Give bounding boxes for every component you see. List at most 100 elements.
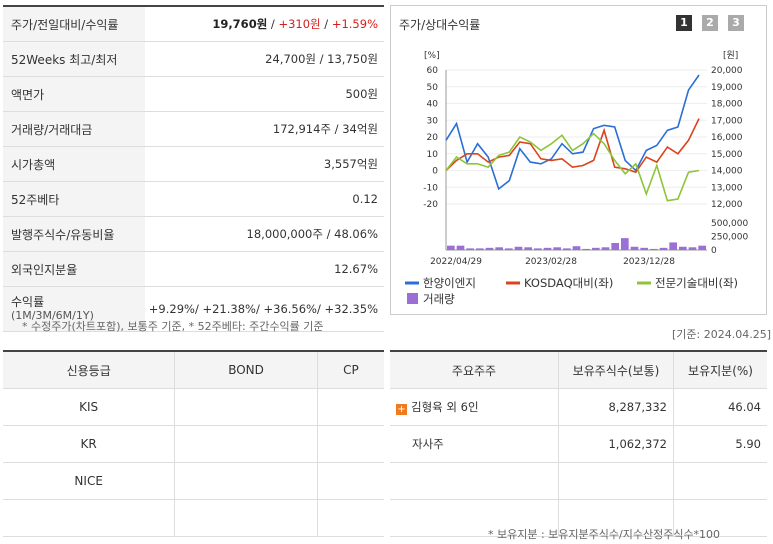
x-tick-label: 2022/04/29 xyxy=(430,257,482,267)
table-row xyxy=(390,462,767,500)
summary-row-marketcap: 시가총액 3,557억원 xyxy=(3,147,384,182)
summary-value: 172,914주 / 34억원 xyxy=(272,122,378,136)
table-header-row: 주요주주 보유주식수(보통) 보유지분(%) xyxy=(390,351,767,389)
credit-cp xyxy=(316,425,384,463)
summary-footnote: * 수정주가(차트포함), 보통주 기준, * 52주베타: 주간수익률 기준 xyxy=(22,320,324,333)
summary-row-par: 액면가 500원 xyxy=(3,77,384,112)
summary-label: 거래량/거래대금 xyxy=(3,112,145,146)
volume-bar xyxy=(669,242,677,250)
left-axis-unit: [%] xyxy=(424,51,440,61)
returns-value: +9.29%/ +21.38%/ +36.56%/ +32.35% xyxy=(148,302,378,316)
volume-bar xyxy=(582,248,590,250)
credit-agency: KR xyxy=(3,425,175,463)
volume-bar xyxy=(679,246,687,250)
volume-bar xyxy=(640,247,648,250)
credit-agency xyxy=(3,499,175,537)
right-axis-unit: [원] xyxy=(723,50,738,61)
volume-bar xyxy=(543,247,552,250)
summary-row-volume: 거래량/거래대금 172,914주 / 34억원 xyxy=(3,112,384,147)
summary-value: 500원 xyxy=(345,87,378,101)
summary-label: 시가총액 xyxy=(3,147,145,181)
relative-return-chart: [%] [원] 60 50 40 30 20 10 0 -10 -20 20,000 19,000 18,… xyxy=(405,50,748,306)
volume-tick-label: 0 xyxy=(711,246,717,256)
price-value: 19,760원 xyxy=(212,17,268,31)
returns-label: 수익률 xyxy=(11,295,45,309)
volume-bar xyxy=(630,246,639,250)
table-header-row: 신용등급 BOND CP xyxy=(3,351,384,389)
series-line xyxy=(445,118,700,174)
credit-header: 신용등급 xyxy=(3,351,175,389)
credit-bond xyxy=(174,462,318,500)
summary-row-shares: 발행주식수/유동비율 18,000,000주 / 48.06% xyxy=(3,217,384,252)
y-left-tick-label: -20 xyxy=(423,200,438,210)
credit-cp xyxy=(316,462,384,500)
holder-pct: 46.04 xyxy=(673,388,767,426)
volume-bar xyxy=(698,245,706,250)
holders-header: 주요주주 xyxy=(390,351,559,389)
holder-name-cell: + 김형육 외 6인 xyxy=(390,388,559,426)
volume-bar xyxy=(659,247,668,250)
holders-footnote: * 보유지분 : 보유지분주식수/지수산정주식수*100 xyxy=(488,528,721,541)
expand-plus-icon[interactable]: + xyxy=(396,404,407,415)
summary-value: 24,700원 / 13,750원 xyxy=(265,52,378,66)
holder-name: 자사주 xyxy=(390,425,559,463)
summary-row-52w: 52Weeks 최고/최저 24,700원 / 13,750원 xyxy=(3,42,384,77)
volume-tick-label: 250,000 xyxy=(711,233,748,243)
summary-value: 3,557억원 xyxy=(323,157,378,171)
change-value: +310원 xyxy=(278,17,321,31)
volume-bar xyxy=(456,245,465,250)
table-row: KIS xyxy=(3,388,384,426)
major-shareholders-table: 주요주주 보유주식수(보통) 보유지분(%) + 김형육 외 6인 8,287,3… xyxy=(390,350,767,537)
summary-value: 19,760원 / +310원 / +1.59% xyxy=(212,17,378,31)
credit-bond xyxy=(174,499,318,537)
volume-bar xyxy=(534,248,542,250)
y-left-tick-label: 40 xyxy=(427,100,439,110)
holder-name xyxy=(390,462,559,500)
summary-row-beta: 52주베타 0.12 xyxy=(3,182,384,217)
holder-shares xyxy=(558,462,674,500)
volume-bar xyxy=(650,248,658,250)
y-right-tick-label: 12,000 xyxy=(711,200,743,210)
x-tick-label: 2023/02/28 xyxy=(525,257,577,267)
y-right-tick-label: 17,000 xyxy=(711,116,743,126)
volume-bar xyxy=(611,242,619,250)
table-row: NICE xyxy=(3,462,384,500)
y-right-tick-label: 15,000 xyxy=(711,150,743,160)
x-tick-label: 2023/12/28 xyxy=(623,257,675,267)
y-right-tick-label: 19,000 xyxy=(711,83,743,93)
holder-name: 김형육 외 6인 xyxy=(411,400,479,414)
credit-bond xyxy=(174,425,318,463)
credit-agency: NICE xyxy=(3,462,175,500)
summary-row-price: 주가/전일대비/수익률 19,760원 / +310원 / +1.59% xyxy=(3,7,384,42)
volume-bar xyxy=(621,238,629,250)
summary-label: 외국인지분율 xyxy=(3,252,145,286)
holder-shares: 1,062,372 xyxy=(558,425,674,463)
summary-label: 발행주식수/유동비율 xyxy=(3,217,145,251)
legend-label: 전문기술대비(좌) xyxy=(655,276,738,290)
credit-cp xyxy=(316,499,384,537)
summary-value: 0.12 xyxy=(352,192,378,206)
y-left-tick-label: 0 xyxy=(432,167,438,177)
summary-label: 52Weeks 최고/최저 xyxy=(3,42,145,76)
summary-label: 주가/전일대비/수익률 xyxy=(3,7,145,41)
credit-header: CP xyxy=(316,351,384,389)
y-right-tick-label: 13,000 xyxy=(711,183,743,193)
volume-bar xyxy=(466,248,474,250)
volume-bar xyxy=(572,246,581,250)
legend-label: KOSDAQ대비(좌) xyxy=(524,276,613,290)
y-right-tick-label: 18,000 xyxy=(711,100,743,110)
summary-value: 12.67% xyxy=(334,262,378,276)
volume-bar xyxy=(505,248,513,250)
volume-bar xyxy=(601,247,610,250)
volume-bar xyxy=(514,246,523,250)
summary-label: 액면가 xyxy=(3,77,145,111)
table-row: KR xyxy=(3,425,384,463)
y-left-tick-label: 50 xyxy=(427,83,439,93)
y-right-tick-label: 16,000 xyxy=(711,133,743,143)
chart-panel: 주가/상대수익률 1 2 3 [%] [원] 60 50 40 30 20 10 0 -10 -20… xyxy=(390,5,767,315)
legend-label: 거래량 xyxy=(423,292,455,306)
holders-header: 보유주식수(보통) xyxy=(558,351,674,389)
y-left-tick-label: 30 xyxy=(427,116,439,126)
volume-bar xyxy=(688,247,697,250)
credit-header: BOND xyxy=(174,351,318,389)
